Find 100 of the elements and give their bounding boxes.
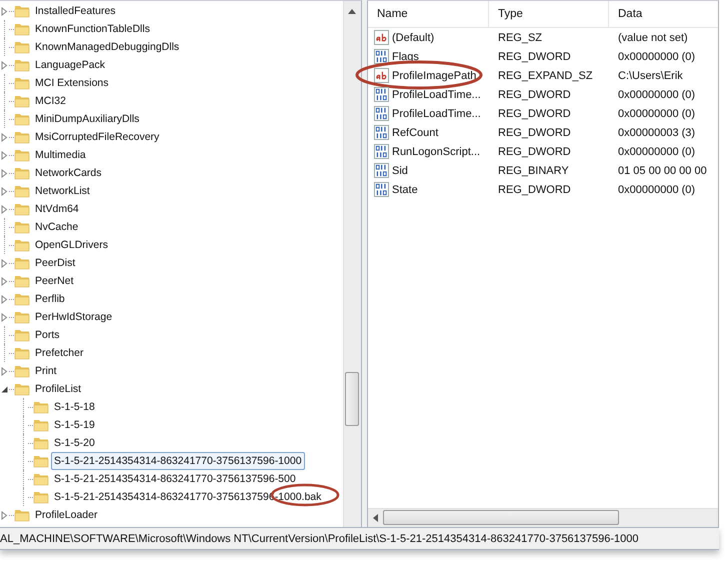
tree-item[interactable]: PeerNet: [32, 272, 77, 290]
tree-item[interactable]: S-1-5-21-2514354314-863241770-3756137596-1000: [51, 452, 305, 470]
value-name[interactable]: State: [392, 184, 418, 196]
tree-item[interactable]: S-1-5-19: [51, 416, 98, 434]
value-type: REG_SZ: [497, 32, 544, 44]
key-path: AL_MACHINE\SOFTWARE\Microsoft\Windows NT\CurrentVersion\ProfileList\S-1-5-21-2514354314-863241770-3756137596-1000: [0, 532, 639, 544]
tree-item[interactable]: NetworkCards: [32, 164, 105, 182]
folder-icon: [14, 237, 30, 253]
folder-icon: [14, 39, 30, 55]
folder-icon: [14, 21, 30, 37]
folder-icon: [14, 111, 30, 127]
tree-item[interactable]: LanguagePack: [32, 56, 108, 74]
tree-item[interactable]: MiniDumpAuxiliaryDlls: [32, 110, 142, 128]
tree-item[interactable]: NvCache: [32, 218, 82, 236]
scroll-up-icon[interactable]: [348, 9, 356, 14]
expand-icon[interactable]: [0, 258, 9, 268]
expand-icon[interactable]: [0, 132, 9, 142]
tree-item[interactable]: S-1-5-20: [51, 434, 98, 452]
folder-icon: [14, 507, 30, 523]
tree-item[interactable]: NtVdm64: [32, 200, 82, 218]
tree-item[interactable]: S-1-5-18: [51, 398, 98, 416]
expand-icon[interactable]: [0, 186, 9, 196]
folder-icon: [14, 363, 30, 379]
binary-value-icon: [374, 163, 389, 178]
folder-icon: [33, 399, 49, 415]
value-name[interactable]: RunLogonScript...: [392, 146, 480, 158]
expand-icon[interactable]: [0, 366, 9, 376]
expand-icon[interactable]: [0, 204, 9, 214]
tree-item[interactable]: Prefetcher: [32, 344, 86, 362]
tree-item[interactable]: MCI Extensions: [32, 74, 112, 92]
folder-icon: [14, 129, 30, 145]
folder-icon: [14, 381, 30, 397]
tree-item[interactable]: Ports: [32, 326, 63, 344]
tree-item[interactable]: ProfileList: [32, 380, 84, 398]
folder-icon: [14, 273, 30, 289]
expand-icon[interactable]: [0, 294, 9, 304]
collapse-icon[interactable]: [0, 384, 9, 394]
tree-item[interactable]: PerHwIdStorage: [32, 308, 116, 326]
value-name[interactable]: ProfileLoadTime...: [392, 108, 481, 120]
folder-icon: [14, 219, 30, 235]
value-data: 0x00000000 (0): [617, 88, 696, 100]
folder-icon: [14, 255, 30, 271]
tree-item[interactable]: Perflib: [32, 290, 68, 308]
expand-icon[interactable]: [0, 150, 9, 160]
value-data: 01 05 00 00 00 00: [617, 164, 708, 176]
value-data: C:\Users\Erik: [617, 70, 684, 82]
folder-icon: [33, 417, 49, 433]
folder-icon: [14, 75, 30, 91]
expand-icon[interactable]: [0, 60, 9, 70]
folder-icon: [14, 57, 30, 73]
tree-item[interactable]: InstalledFeatures: [32, 2, 119, 20]
folder-icon: [14, 165, 30, 181]
folder-icon: [33, 453, 49, 469]
string-value-icon: [374, 68, 389, 83]
value-name[interactable]: (Default): [392, 32, 434, 44]
value-type: REG_DWORD: [497, 88, 572, 100]
tree-item[interactable]: OpenGLDrivers: [32, 236, 111, 254]
folder-icon: [14, 309, 30, 325]
value-data: 0x00000000 (0): [617, 50, 696, 62]
folder-icon: [33, 489, 49, 505]
value-type: REG_EXPAND_SZ: [497, 70, 594, 82]
column-header[interactable]: Name: [368, 1, 489, 27]
folder-icon: [14, 201, 30, 217]
value-name[interactable]: Sid: [392, 164, 408, 176]
tree-item[interactable]: NetworkList: [32, 182, 93, 200]
folder-icon: [14, 183, 30, 199]
tree-item[interactable]: KnownManagedDebuggingDlls: [32, 38, 182, 56]
vertical-scrollbar[interactable]: [343, 1, 361, 527]
expand-icon[interactable]: [0, 312, 9, 322]
value-name[interactable]: ProfileLoadTime...: [392, 88, 481, 100]
expand-icon[interactable]: [0, 6, 9, 16]
horizontal-scrollbar[interactable]: [368, 508, 718, 527]
scrollbar-thumb[interactable]: [345, 372, 359, 426]
value-type: REG_DWORD: [497, 108, 572, 120]
value-name[interactable]: RefCount: [392, 126, 438, 138]
value-data: (value not set): [617, 32, 689, 44]
tree-item[interactable]: MCI32: [32, 92, 69, 110]
scrollbar-thumb[interactable]: [383, 510, 619, 525]
binary-value-icon: [374, 125, 389, 140]
binary-value-icon: [374, 182, 389, 197]
tree-item[interactable]: ProfileLoader: [32, 506, 100, 524]
folder-icon: [14, 291, 30, 307]
folder-icon: [14, 345, 30, 361]
scroll-left-icon[interactable]: [373, 514, 378, 522]
tree-item[interactable]: S-1-5-21-2514354314-863241770-3756137596-500: [51, 470, 299, 488]
tree-item[interactable]: Multimedia: [32, 146, 89, 164]
expand-icon[interactable]: [0, 510, 9, 520]
expand-icon[interactable]: [0, 276, 9, 286]
column-header[interactable]: Data: [609, 1, 718, 27]
value-type: REG_DWORD: [497, 50, 572, 62]
tree-item[interactable]: KnownFunctionTableDlls: [32, 20, 153, 38]
folder-icon: [33, 435, 49, 451]
value-name[interactable]: Flags: [392, 50, 419, 62]
value-type: REG_DWORD: [497, 126, 572, 138]
tree-item[interactable]: MsiCorruptedFileRecovery: [32, 128, 162, 146]
tree-item[interactable]: Print: [32, 362, 60, 380]
tree-item[interactable]: PeerDist: [32, 254, 78, 272]
expand-icon[interactable]: [0, 168, 9, 178]
value-data: 0x00000000 (0): [617, 184, 696, 196]
column-header[interactable]: Type: [489, 1, 609, 27]
